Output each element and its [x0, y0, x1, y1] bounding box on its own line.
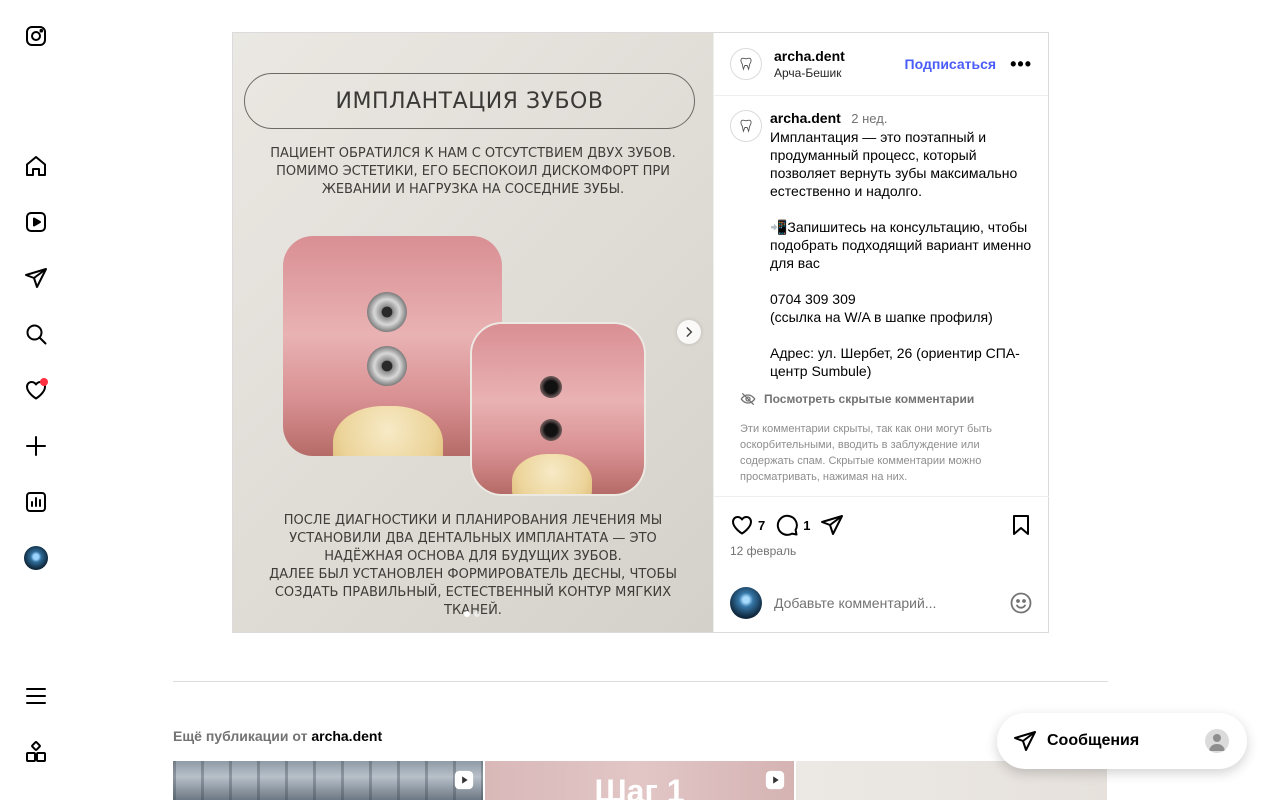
- more-apps-icon[interactable]: [22, 738, 50, 766]
- gum-former-shape: [540, 376, 562, 398]
- comment-form: [730, 586, 1033, 620]
- eye-off-icon: [740, 393, 756, 405]
- more-options-button[interactable]: •••: [1010, 55, 1032, 73]
- messages-avatar: [1205, 729, 1229, 753]
- post-header: archa.dent Арча-Бешик Подписаться •••: [714, 33, 1048, 96]
- more-post-thumb[interactable]: Шаг 1: [485, 761, 794, 800]
- carousel-dots: [464, 611, 480, 617]
- heart-icon: [732, 516, 752, 535]
- caption-time[interactable]: 2 нед.: [851, 111, 887, 126]
- instagram-logo-icon[interactable]: [22, 22, 50, 50]
- tooth-logo-icon: [740, 57, 752, 71]
- emoji-icon[interactable]: [1009, 591, 1033, 615]
- share-button[interactable]: [820, 513, 844, 537]
- direct-icon[interactable]: [22, 264, 50, 292]
- reels-icon: [765, 770, 785, 790]
- media-text-top: ПАЦИЕНТ ОБРАТИЛСЯ К НАМ С ОТСУТСТВИЕМ ДВ…: [270, 146, 676, 197]
- section-divider: [173, 681, 1108, 682]
- thumb-text: Шаг 1: [594, 773, 685, 800]
- more-post-thumb[interactable]: [173, 761, 483, 800]
- caption-text: Имплантация — это поэтапный и продуманны…: [770, 129, 1032, 379]
- more-posts-username[interactable]: archa.dent: [311, 728, 382, 744]
- sidebar-nav: [0, 0, 72, 800]
- reels-icon[interactable]: [22, 208, 50, 236]
- messages-label: Сообщения: [1047, 732, 1140, 749]
- implant-shape: [367, 292, 407, 332]
- media-title: ИМПЛАНТАЦИЯ ЗУБОВ: [335, 88, 604, 114]
- author-avatar[interactable]: [730, 48, 762, 80]
- chevron-right-icon: [686, 327, 693, 337]
- notifications-icon[interactable]: [22, 376, 50, 404]
- more-posts-prefix: Ещё публикации от: [173, 728, 308, 744]
- save-button[interactable]: [1009, 513, 1033, 537]
- view-hidden-comments-button[interactable]: Посмотреть скрытые комментарии: [740, 391, 974, 407]
- carousel-dot: [464, 611, 470, 617]
- post-actions: 7 1 12 февраль: [714, 496, 1049, 632]
- media-title-frame: ИМПЛАНТАЦИЯ ЗУБОВ: [244, 73, 695, 129]
- profile-avatar[interactable]: [22, 544, 50, 572]
- more-posts-title: Ещё публикации от archa.dent: [173, 728, 382, 744]
- comment-count: 1: [803, 517, 811, 533]
- direct-icon: [1014, 731, 1036, 751]
- like-button[interactable]: 7: [730, 513, 765, 537]
- bookmark-icon: [1013, 515, 1029, 535]
- like-count: 7: [758, 517, 766, 533]
- comment-button[interactable]: 1: [775, 513, 810, 537]
- hidden-comments-note: Эти комментарии скрыты, так как они могу…: [740, 423, 993, 483]
- tooth-shape: [512, 454, 592, 494]
- media-text-bottom: ПОСЛЕ ДИАГНОСТИКИ И ПЛАНИРОВАНИЯ ЛЕЧЕНИЯ…: [269, 513, 677, 618]
- post-media[interactable]: ИМПЛАНТАЦИЯ ЗУБОВ ПАЦИЕНТ ОБРАТИЛСЯ К НА…: [233, 33, 713, 632]
- caption-author-avatar[interactable]: [730, 110, 762, 142]
- caption-username[interactable]: archa.dent: [770, 110, 841, 126]
- create-icon[interactable]: [22, 432, 50, 460]
- post-sidebar: archa.dent Арча-Бешик Подписаться ••• ar…: [713, 33, 1049, 632]
- reels-icon: [454, 770, 474, 790]
- post-card: ИМПЛАНТАЦИЯ ЗУБОВ ПАЦИЕНТ ОБРАТИЛСЯ К НА…: [232, 32, 1049, 633]
- next-slide-button[interactable]: [677, 320, 701, 344]
- my-avatar: [730, 587, 762, 619]
- comment-icon: [777, 514, 799, 536]
- post-caption: archa.dent 2 нед. Имплантация — это поэт…: [730, 110, 1036, 380]
- author-username[interactable]: archa.dent: [774, 48, 905, 64]
- notification-badge: [40, 378, 48, 386]
- dashboard-icon[interactable]: [22, 488, 50, 516]
- menu-icon[interactable]: [22, 682, 50, 710]
- implant-photo-1: [283, 236, 502, 456]
- view-hidden-comments-label: Посмотреть скрытые комментарии: [764, 392, 975, 406]
- implant-photo-2: [472, 324, 644, 494]
- avatar: [24, 546, 48, 570]
- comment-input[interactable]: [774, 595, 1009, 611]
- home-icon[interactable]: [22, 152, 50, 180]
- carousel-dot: [474, 611, 480, 617]
- user-icon: [1209, 734, 1225, 751]
- post-date[interactable]: 12 февраль: [730, 544, 796, 558]
- share-icon: [821, 515, 844, 535]
- tooth-logo-icon: [740, 119, 752, 133]
- tooth-shape: [333, 406, 443, 456]
- post-location[interactable]: Арча-Бешик: [774, 66, 905, 80]
- messages-button[interactable]: Сообщения: [997, 713, 1247, 769]
- gum-former-shape: [540, 419, 562, 441]
- implant-shape: [367, 346, 407, 386]
- search-icon[interactable]: [22, 320, 50, 348]
- thumb-image: [173, 761, 483, 800]
- follow-button[interactable]: Подписаться: [905, 56, 997, 72]
